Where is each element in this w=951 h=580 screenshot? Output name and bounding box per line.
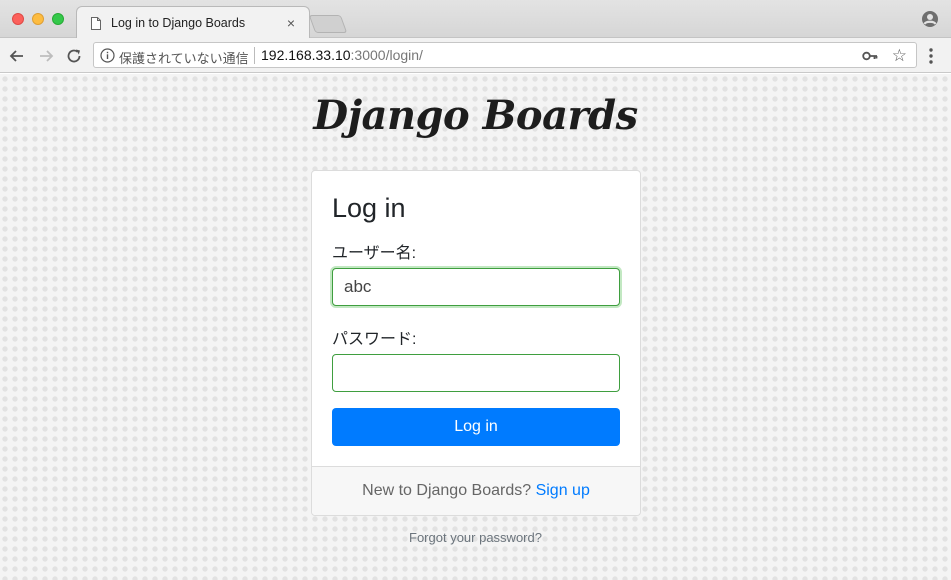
- tab-title: Log in to Django Boards: [111, 16, 246, 30]
- document-icon: [91, 17, 101, 30]
- login-card: Log in ユーザー名: パスワード: Log in New to Djang…: [311, 170, 641, 516]
- zoom-window-button[interactable]: [52, 13, 64, 25]
- security-indicator[interactable]: 保護されていない通信: [119, 48, 249, 67]
- reload-icon[interactable]: [64, 46, 84, 66]
- info-icon[interactable]: [100, 48, 115, 63]
- username-input[interactable]: [332, 268, 620, 306]
- login-title: Log in: [332, 193, 406, 223]
- address-bar[interactable]: 保護されていない通信 192.168.33.10:3000/login/ ☆: [93, 42, 917, 68]
- browser-titlebar: Log in to Django Boards ×: [0, 0, 951, 39]
- browser-tab[interactable]: Log in to Django Boards ×: [76, 6, 310, 39]
- card-footer: New to Django Boards? Sign up: [312, 466, 640, 515]
- forgot-password-link[interactable]: Forgot your password?: [0, 530, 951, 545]
- new-tab-button[interactable]: [308, 15, 348, 33]
- menu-icon[interactable]: [927, 46, 935, 66]
- close-window-button[interactable]: [12, 13, 24, 25]
- password-input[interactable]: [332, 354, 620, 392]
- star-icon[interactable]: ☆: [892, 46, 907, 66]
- password-label: パスワード:: [332, 331, 417, 348]
- minimize-window-button[interactable]: [32, 13, 44, 25]
- login-button[interactable]: Log in: [332, 408, 620, 446]
- username-label: ユーザー名:: [332, 245, 417, 262]
- url-host: 192.168.33.10: [261, 47, 351, 63]
- key-icon[interactable]: [862, 49, 878, 63]
- page-content: Django Boards Log in ユーザー名: パスワード: Log i…: [0, 74, 951, 580]
- signup-prompt: New to Django Boards?: [362, 482, 532, 499]
- brand-logo[interactable]: Django Boards: [0, 92, 951, 139]
- back-icon[interactable]: [7, 46, 27, 66]
- url-text[interactable]: 192.168.33.10:3000/login/: [261, 47, 423, 63]
- browser-toolbar: 保護されていない通信 192.168.33.10:3000/login/ ☆: [0, 38, 951, 73]
- signup-link[interactable]: Sign up: [536, 482, 590, 499]
- omnibox-divider: [254, 47, 255, 64]
- url-path: :3000/login/: [350, 47, 423, 63]
- forward-icon[interactable]: [36, 46, 56, 66]
- tab-close-icon[interactable]: ×: [283, 15, 299, 31]
- profile-icon[interactable]: [921, 10, 939, 28]
